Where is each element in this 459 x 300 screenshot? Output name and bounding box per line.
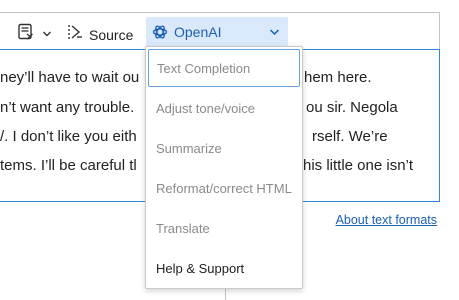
source-button[interactable]: Source [66, 22, 133, 47]
openai-dropdown[interactable]: OpenAI [146, 17, 288, 46]
template-button[interactable] [16, 22, 52, 47]
menu-item-reformat-html[interactable]: Reformat/correct HTML [146, 168, 302, 208]
menu-item-label: Help & Support [156, 260, 245, 276]
chevron-down-icon [269, 27, 280, 37]
source-label: Source [89, 26, 134, 43]
about-text-formats-link[interactable]: About text formats [336, 213, 437, 227]
menu-item-help-support[interactable]: Help & Support [146, 248, 302, 288]
source-icon [66, 22, 86, 47]
editor-line: ou sir. Negola [306, 99, 398, 116]
editor-line: tems. I’ll be careful tl [0, 157, 137, 174]
openai-icon [151, 23, 169, 41]
menu-item-label: Adjust tone/voice [156, 100, 256, 116]
openai-menu: Text Completion Adjust tone/voice Summar… [145, 46, 303, 289]
editor-line: his little one isn’t [303, 157, 414, 174]
menu-item-label: Summarize [156, 140, 222, 156]
editor-line: /. I don’t like you eith [0, 128, 137, 145]
menu-item-adjust-tone[interactable]: Adjust tone/voice [146, 88, 302, 128]
editor-line: ney’ll have to wait ou [0, 69, 140, 86]
menu-item-translate[interactable]: Translate [146, 208, 302, 248]
menu-item-label: Reformat/correct HTML [156, 180, 292, 196]
template-icon [16, 22, 36, 47]
menu-item-label: Translate [156, 220, 210, 236]
menu-item-label: Text Completion [157, 60, 251, 76]
menu-item-summarize[interactable]: Summarize [146, 128, 302, 168]
chevron-down-icon [42, 26, 52, 44]
editor-line: n’t want any trouble. [0, 99, 135, 116]
openai-dropdown-label: OpenAI [174, 23, 222, 40]
menu-item-text-completion[interactable]: Text Completion [148, 49, 300, 87]
editor-line: rself. We’re [312, 128, 388, 145]
editor-line: hem here. [304, 69, 372, 86]
